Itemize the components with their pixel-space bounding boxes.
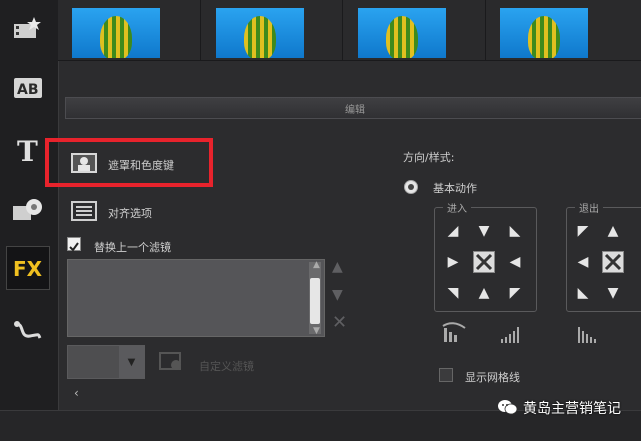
direction-style-label: 方向/样式: (403, 151, 455, 164)
thumbnail-strip (58, 0, 641, 61)
balloon-image (386, 16, 418, 58)
filter-list[interactable] (67, 259, 325, 337)
exit-group: 退出 ◤ ▲ ◀ ◣ ▼ (566, 200, 641, 312)
thumbnail[interactable] (72, 8, 160, 58)
show-grid-label[interactable]: 显示网格线 (465, 369, 520, 385)
graphic-icon[interactable] (6, 188, 50, 232)
svg-text:T: T (17, 135, 38, 165)
thumbnail[interactable] (216, 8, 304, 58)
replace-filter-label[interactable]: 替换上一个滤镜 (94, 239, 171, 255)
arrow-up-icon[interactable]: ▲ (603, 221, 623, 241)
arrow-up-icon[interactable]: ▲ (474, 283, 494, 303)
arrow-down-icon[interactable]: ▼ (474, 221, 494, 241)
watermark: 黄岛主营销笔记 (497, 398, 621, 418)
arrow-left-icon[interactable]: ◀ (573, 252, 593, 272)
text-t-icon[interactable]: T (6, 128, 50, 172)
center-cross-icon[interactable] (473, 251, 495, 273)
chevron-left-icon[interactable]: ‹ (74, 386, 79, 400)
path-icon[interactable] (6, 308, 50, 352)
center-cross-icon[interactable] (602, 251, 624, 273)
basic-motion-label[interactable]: 基本动作 (433, 180, 477, 196)
balloon-image (244, 16, 276, 58)
title-ab-icon[interactable]: AB (6, 66, 50, 110)
check-icon (69, 242, 79, 252)
balloon-image (100, 16, 132, 58)
ease-out-icon[interactable] (575, 322, 603, 346)
arrow-up-left-icon[interactable]: ◤ (573, 221, 593, 241)
watermark-text: 黄岛主营销笔记 (523, 401, 621, 417)
move-up-icon[interactable]: ▲ (332, 259, 343, 275)
ease-in-icon[interactable] (498, 322, 526, 346)
arrow-down-icon[interactable]: ▼ (603, 283, 623, 303)
balloon-image (528, 16, 560, 58)
thumbnail[interactable] (358, 8, 446, 58)
media-icon[interactable] (6, 6, 50, 50)
acceleration-icon[interactable] (441, 322, 469, 346)
highlight-box (45, 138, 213, 187)
fx-icon[interactable]: FX (6, 246, 50, 290)
replace-filter-checkbox[interactable] (67, 237, 81, 252)
wechat-icon (497, 400, 517, 415)
move-down-icon[interactable]: ▼ (332, 287, 343, 303)
arrow-down-left-icon[interactable]: ◣ (505, 221, 525, 241)
delete-icon[interactable]: ✕ (332, 312, 347, 333)
svg-text:AB: AB (17, 82, 39, 98)
arrow-left-icon[interactable]: ◀ (505, 252, 525, 272)
edit-tab[interactable]: 编辑 (65, 97, 641, 119)
thumbnail[interactable] (500, 8, 588, 58)
arrow-right-icon[interactable]: ▶ (443, 252, 463, 272)
exit-group-title: 退出 (575, 200, 603, 215)
scrollbar-thumb[interactable] (310, 278, 320, 324)
svg-text:FX: FX (13, 257, 43, 281)
scroll-up-icon[interactable]: ▲ (313, 260, 320, 270)
arrow-down-left-icon[interactable]: ◣ (573, 283, 593, 303)
arrow-up-right-icon[interactable]: ◥ (443, 283, 463, 303)
enter-group: 进入 ◢ ▼ ◣ ▶ ◀ ◥ ▲ ◤ (434, 200, 537, 312)
arrow-down-right-icon[interactable]: ◢ (443, 221, 463, 241)
basic-motion-radio[interactable] (404, 180, 418, 194)
custom-filter-icon[interactable] (158, 349, 186, 373)
scroll-down-icon[interactable]: ▼ (313, 326, 320, 336)
align-options-icon[interactable] (70, 199, 98, 223)
align-options-label[interactable]: 对齐选项 (108, 205, 152, 221)
enter-group-title: 进入 (443, 200, 471, 215)
arrow-up-left-icon[interactable]: ◤ (505, 283, 525, 303)
show-grid-checkbox[interactable] (439, 368, 453, 382)
chevron-down-icon[interactable]: ▼ (119, 346, 144, 378)
custom-filter-label[interactable]: 自定义滤镜 (199, 358, 254, 374)
edit-tab-label: 编辑 (345, 105, 365, 116)
left-toolbar: AB T FX (0, 0, 59, 410)
